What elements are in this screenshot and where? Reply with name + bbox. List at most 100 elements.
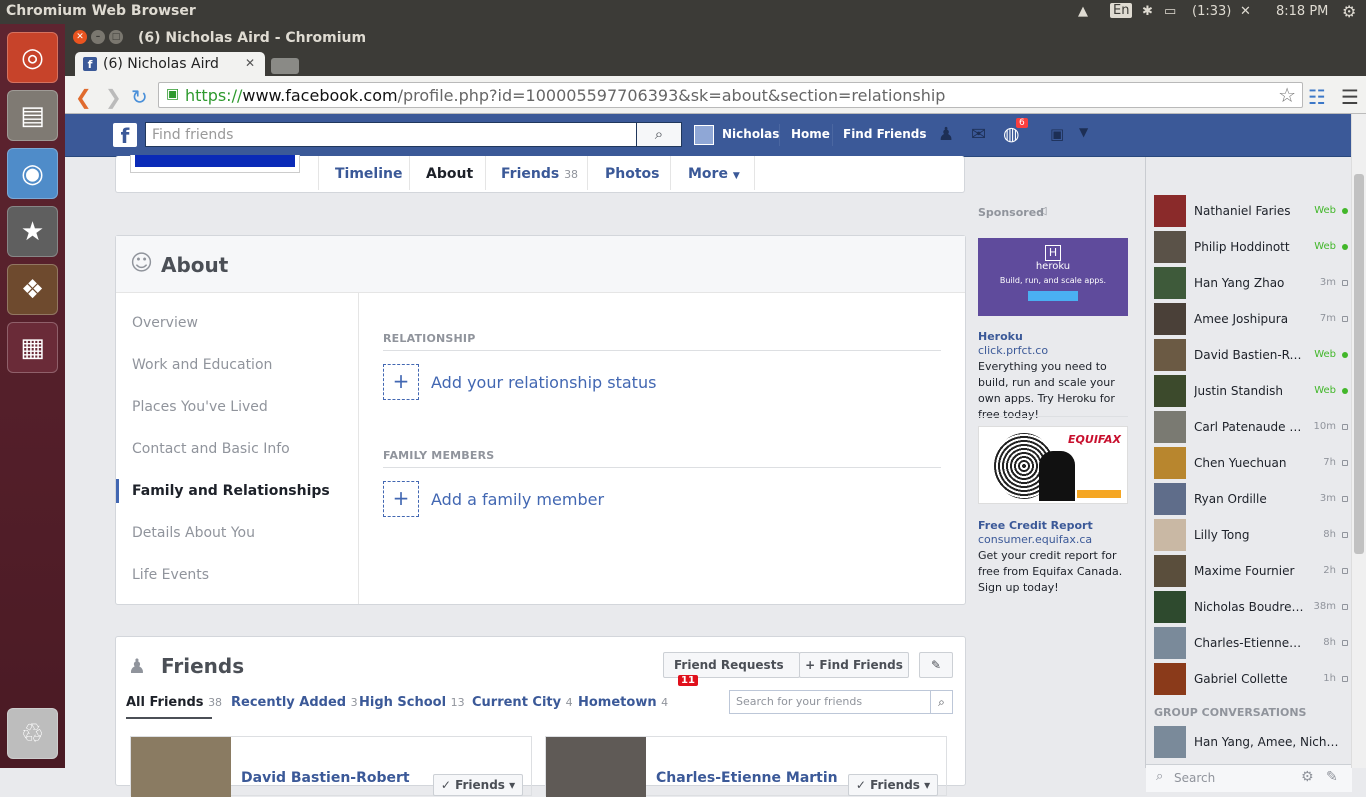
ad-url[interactable]: consumer.equifax.ca [978, 533, 1092, 546]
reload-icon[interactable]: ↻ [131, 85, 148, 109]
mobile-icon [1342, 640, 1348, 646]
chat-contact-row[interactable]: Ryan Ordille 3m [1154, 483, 1348, 515]
power-gear-icon[interactable]: ⚙ [1342, 2, 1356, 21]
avatar[interactable] [694, 125, 714, 145]
about-nav-contact[interactable]: Contact and Basic Info [132, 441, 290, 457]
facebook-logo-icon[interactable]: f [113, 123, 137, 148]
files-icon[interactable]: ▤ [7, 90, 58, 141]
address-bar[interactable]: ▣ https://www.facebook.com/profile.php?i… [158, 82, 1303, 108]
find-friends-link[interactable]: Find Friends [843, 127, 927, 141]
language-indicator[interactable]: En [1110, 3, 1133, 18]
find-friends-button[interactable]: + Find Friends [799, 652, 909, 678]
close-window-icon[interactable]: ✕ [73, 30, 87, 44]
home-link[interactable]: Home [791, 127, 830, 141]
menu-icon[interactable]: ☰ [1341, 85, 1359, 109]
friends-tab-recently-added[interactable]: Recently Added 3 [231, 695, 358, 710]
friend-requests-icon[interactable]: ♟ [938, 124, 954, 145]
friends-tab-high-school[interactable]: High School 13 [359, 695, 465, 710]
chat-contact-row[interactable]: Lilly Tong 8h [1154, 519, 1348, 551]
group-conversation-row[interactable]: Han Yang, Amee, Nicholas [1154, 726, 1346, 758]
tab-friends[interactable]: Friends 38 [486, 156, 588, 190]
friend-status-button[interactable]: ✓ Friends ▾ [433, 774, 523, 796]
chat-contact-row[interactable]: Nicholas Boudreau 38m [1154, 591, 1348, 623]
about-nav-family-relationships[interactable]: Family and Relationships [132, 483, 330, 499]
add-relationship-plus-icon[interactable]: + [383, 364, 419, 400]
gimp-icon[interactable]: ❖ [7, 264, 58, 315]
chat-contact-row[interactable]: Carl Patenaude Poulin 10m [1154, 411, 1348, 443]
bookmark-star-icon[interactable]: ☆ [1278, 83, 1296, 107]
edit-pencil-icon[interactable]: ✎ [919, 652, 953, 678]
friend-status-button[interactable]: ✓ Friends ▾ [848, 774, 938, 796]
messages-icon[interactable]: ✉ [971, 124, 986, 145]
chat-contact-row[interactable]: Nathaniel Faries Web [1154, 195, 1348, 227]
close-tab-icon[interactable]: ✕ [245, 56, 255, 70]
chromium-icon[interactable]: ◉ [7, 148, 58, 199]
tab-photos[interactable]: Photos [588, 156, 671, 190]
maximize-window-icon[interactable]: □ [109, 30, 123, 44]
friends-search-input[interactable]: Search for your friends ⌕ [729, 690, 953, 714]
friend-requests-button[interactable]: Friend Requests 11 [663, 652, 800, 686]
workspace-switcher-icon[interactable]: ▦ [7, 322, 58, 373]
new-tab-button[interactable] [271, 58, 299, 74]
friend-name[interactable]: David Bastien-Robert [241, 770, 410, 786]
tab-more[interactable]: More ▼ [671, 156, 755, 190]
ad-body[interactable]: Get your credit report for free from Equ… [978, 548, 1128, 596]
friends-tab-current-city[interactable]: Current City 4 [472, 695, 573, 710]
profile-link[interactable]: Nicholas [722, 127, 779, 141]
friend-photo[interactable] [131, 737, 231, 797]
wifi-icon[interactable]: ▲ [1078, 4, 1088, 19]
about-nav-places[interactable]: Places You've Lived [132, 399, 268, 415]
ad-title[interactable]: Free Credit Report [978, 519, 1093, 532]
ad-title[interactable]: Heroku [978, 330, 1023, 343]
chat-settings-gear-icon[interactable]: ⚙ [1301, 769, 1314, 785]
new-message-icon[interactable]: ✎ [1326, 769, 1338, 785]
search-button[interactable]: ⌕ [636, 122, 682, 147]
tab-timeline[interactable]: Timeline [318, 156, 410, 190]
ad-body[interactable]: Everything you need to build, run and sc… [978, 359, 1128, 423]
tab-about[interactable]: About [410, 156, 486, 190]
about-nav-work-education[interactable]: Work and Education [132, 357, 272, 373]
find-friends-search-input[interactable]: Find friends [145, 122, 682, 147]
equifax-ad-image[interactable]: EQUIFAX [978, 426, 1128, 504]
extension-icon[interactable]: ☷ [1308, 85, 1326, 109]
privacy-lock-icon[interactable]: ▣ [1050, 125, 1064, 143]
friends-tab-hometown[interactable]: Hometown 4 [578, 695, 668, 710]
add-family-member-link[interactable]: Add a family member [431, 490, 604, 509]
scrollbar-thumb[interactable] [1354, 174, 1364, 554]
friends-tab-all[interactable]: All Friends 38 [126, 695, 222, 710]
about-nav-details[interactable]: Details About You [132, 525, 255, 541]
page-scrollbar[interactable] [1351, 114, 1366, 768]
chat-search-bar[interactable]: ⌕ Search ⚙ ✎ [1146, 764, 1352, 792]
software-center-icon[interactable]: ★ [7, 206, 58, 257]
ubuntu-dash-icon[interactable]: ◎ [7, 32, 58, 83]
minimize-window-icon[interactable]: – [91, 30, 105, 44]
about-nav-life-events[interactable]: Life Events [132, 567, 209, 583]
add-family-plus-icon[interactable]: + [383, 481, 419, 517]
heroku-ad-image[interactable]: H heroku Build, run, and scale apps. [978, 238, 1128, 316]
forward-arrow-icon[interactable]: ❯ [105, 85, 122, 109]
chat-contact-row[interactable]: Justin Standish Web [1154, 375, 1348, 407]
chat-contact-row[interactable]: David Bastien-Robert Web [1154, 339, 1348, 371]
battery-icon[interactable]: ▭ [1164, 4, 1176, 19]
chat-contact-row[interactable]: Philip Hoddinott Web [1154, 231, 1348, 263]
chat-contact-row[interactable]: Han Yang Zhao 3m [1154, 267, 1348, 299]
chat-contact-row[interactable]: Amee Joshipura 7m [1154, 303, 1348, 335]
battery-time[interactable]: (1:33) [1192, 4, 1231, 19]
chat-contact-row[interactable]: Chen Yuechuan 7h [1154, 447, 1348, 479]
trash-icon[interactable]: ♲ [7, 708, 58, 759]
account-menu-chevron-down-icon[interactable]: ▼ [1079, 125, 1088, 139]
chat-contact-row[interactable]: Gabriel Collette 1h [1154, 663, 1348, 695]
add-relationship-link[interactable]: Add your relationship status [431, 373, 656, 392]
search-icon[interactable]: ⌕ [930, 691, 952, 713]
friend-photo[interactable] [546, 737, 646, 797]
chat-contact-row[interactable]: Maxime Fournier 2h [1154, 555, 1348, 587]
clock[interactable]: 8:18 PM [1276, 4, 1328, 19]
ad-url[interactable]: click.prfct.co [978, 344, 1048, 357]
browser-tab[interactable]: f (6) Nicholas Aird ✕ [75, 52, 265, 76]
volume-icon[interactable]: ✕ [1240, 4, 1251, 19]
friend-name[interactable]: Charles-Etienne Martin [656, 770, 838, 786]
about-nav-overview[interactable]: Overview [132, 315, 198, 331]
chat-contact-row[interactable]: Charles-Etienne Martin 8h [1154, 627, 1348, 659]
back-arrow-icon[interactable]: ❮ [75, 85, 92, 109]
bluetooth-icon[interactable]: ✱ [1142, 4, 1153, 19]
